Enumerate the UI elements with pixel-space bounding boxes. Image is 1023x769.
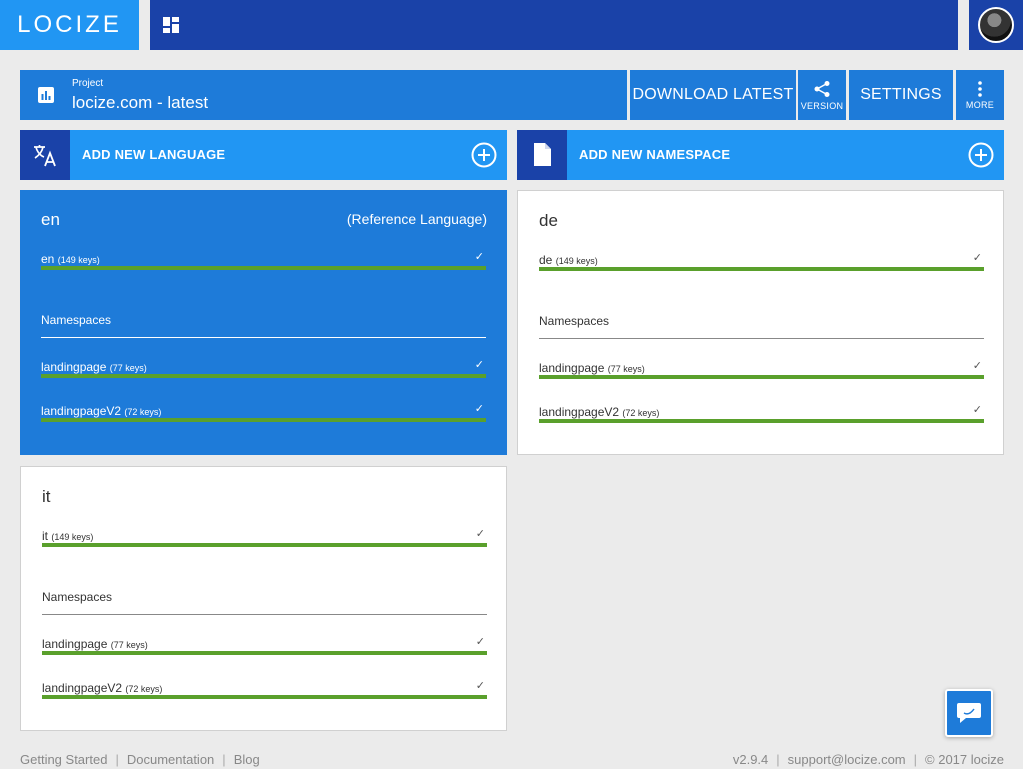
namespace-row[interactable]: landingpage (77 keys) ✓ <box>42 636 487 657</box>
namespace-name: landingpageV2 (72 keys) <box>539 405 660 419</box>
add-circle-icon[interactable] <box>968 142 994 168</box>
namespace-name: landingpage (77 keys) <box>539 361 645 375</box>
support-email-link[interactable]: support@locize.com <box>788 752 906 767</box>
download-latest-label: DOWNLOAD LATEST <box>632 86 794 103</box>
divider <box>42 614 487 615</box>
copyright: © 2017 locize <box>925 752 1004 767</box>
language-code: en <box>41 210 60 229</box>
divider <box>539 338 984 339</box>
progress-bar <box>42 695 487 699</box>
divider <box>41 337 486 338</box>
more-button[interactable]: MORE <box>956 70 1004 120</box>
add-namespace-label: ADD NEW NAMESPACE <box>579 147 731 162</box>
namespace-row[interactable]: landingpage (77 keys) ✓ <box>41 359 486 380</box>
project-header: Project locize.com - latest <box>20 70 627 120</box>
progress-bar <box>42 543 487 547</box>
version-label: VERSION <box>800 100 844 111</box>
namespaces-heading: Namespaces <box>41 313 112 327</box>
project-label: Project <box>72 78 104 89</box>
check-icon: ✓ <box>475 528 485 540</box>
translate-icon-box <box>20 130 70 180</box>
logo-text: LOCIZE <box>17 11 122 38</box>
chat-bubble-icon <box>957 703 981 723</box>
language-total-name: en (149 keys) <box>41 252 100 266</box>
share-icon <box>814 80 830 97</box>
translate-icon <box>34 145 56 167</box>
file-icon-box <box>517 130 567 180</box>
project-name: locize.com - latest <box>72 93 209 112</box>
namespace-row[interactable]: landingpageV2 (72 keys) ✓ <box>539 404 984 425</box>
namespaces-heading: Namespaces <box>42 590 113 604</box>
add-namespace-bar[interactable]: ADD NEW NAMESPACE <box>517 130 1004 180</box>
check-icon: ✓ <box>972 360 982 372</box>
namespaces-heading: Namespaces <box>539 314 610 328</box>
user-menu[interactable] <box>969 0 1023 50</box>
locize-logo[interactable]: LOCIZE <box>0 0 139 50</box>
add-circle-icon[interactable] <box>471 142 497 168</box>
check-icon: ✓ <box>475 636 485 648</box>
check-icon: ✓ <box>475 680 485 692</box>
settings-button[interactable]: SETTINGS <box>849 70 953 120</box>
progress-bar <box>539 375 984 379</box>
chat-button[interactable] <box>945 689 993 737</box>
language-code: de <box>539 211 558 230</box>
progress-bar <box>539 267 984 271</box>
language-card-it[interactable]: it it (149 keys) ✓ Namespaces landingpag… <box>20 466 507 731</box>
app-version: v2.9.4 <box>732 752 769 767</box>
check-icon: ✓ <box>474 403 484 415</box>
check-icon: ✓ <box>972 404 982 416</box>
namespace-name: landingpageV2 (72 keys) <box>41 404 162 418</box>
footer-link-blog[interactable]: Blog <box>234 752 260 767</box>
add-language-bar[interactable]: ADD NEW LANGUAGE <box>20 130 507 180</box>
dashboard-icon[interactable] <box>163 17 179 33</box>
avatar[interactable] <box>978 7 1014 43</box>
check-icon: ✓ <box>972 252 982 264</box>
namespace-name: landingpage (77 keys) <box>42 637 148 651</box>
progress-bar <box>41 374 486 378</box>
progress-bar <box>41 266 486 270</box>
footer-info: v2.9.4 | support@locize.com | © 2017 locize <box>732 752 1004 767</box>
more-vert-icon <box>978 80 982 97</box>
check-icon: ✓ <box>474 251 484 263</box>
download-latest-button[interactable]: DOWNLOAD LATEST <box>630 70 796 120</box>
namespace-row[interactable]: landingpageV2 (72 keys) ✓ <box>42 680 487 701</box>
add-language-label: ADD NEW LANGUAGE <box>82 147 226 162</box>
language-card-en[interactable]: en (Reference Language) en (149 keys) ✓ … <box>20 190 507 455</box>
version-button[interactable]: VERSION <box>798 70 846 120</box>
language-total-row[interactable]: en (149 keys) ✓ <box>41 251 486 272</box>
namespace-name: landingpage (77 keys) <box>41 360 147 374</box>
language-total-row[interactable]: de (149 keys) ✓ <box>539 252 984 273</box>
progress-bar <box>41 418 486 422</box>
footer-link-getting-started[interactable]: Getting Started <box>20 752 107 767</box>
file-icon <box>534 143 551 166</box>
progress-bar <box>539 419 984 423</box>
language-total-row[interactable]: it (149 keys) ✓ <box>42 528 487 549</box>
language-code: it <box>42 487 51 506</box>
footer-links: Getting Started | Documentation | Blog <box>20 752 260 767</box>
top-nav-bar <box>150 0 958 50</box>
footer-link-documentation[interactable]: Documentation <box>127 752 214 767</box>
chart-icon <box>38 87 54 103</box>
namespace-name: landingpageV2 (72 keys) <box>42 681 163 695</box>
check-icon: ✓ <box>474 359 484 371</box>
more-label: MORE <box>965 99 995 110</box>
language-card-de[interactable]: de de (149 keys) ✓ Namespaces landingpag… <box>517 190 1004 455</box>
reference-language-label: (Reference Language) <box>346 211 487 227</box>
settings-label: SETTINGS <box>860 86 942 103</box>
progress-bar <box>42 651 487 655</box>
namespace-row[interactable]: landingpageV2 (72 keys) ✓ <box>41 403 486 424</box>
language-total-name: de (149 keys) <box>539 253 598 267</box>
language-total-name: it (149 keys) <box>42 529 94 543</box>
namespace-row[interactable]: landingpage (77 keys) ✓ <box>539 360 984 381</box>
